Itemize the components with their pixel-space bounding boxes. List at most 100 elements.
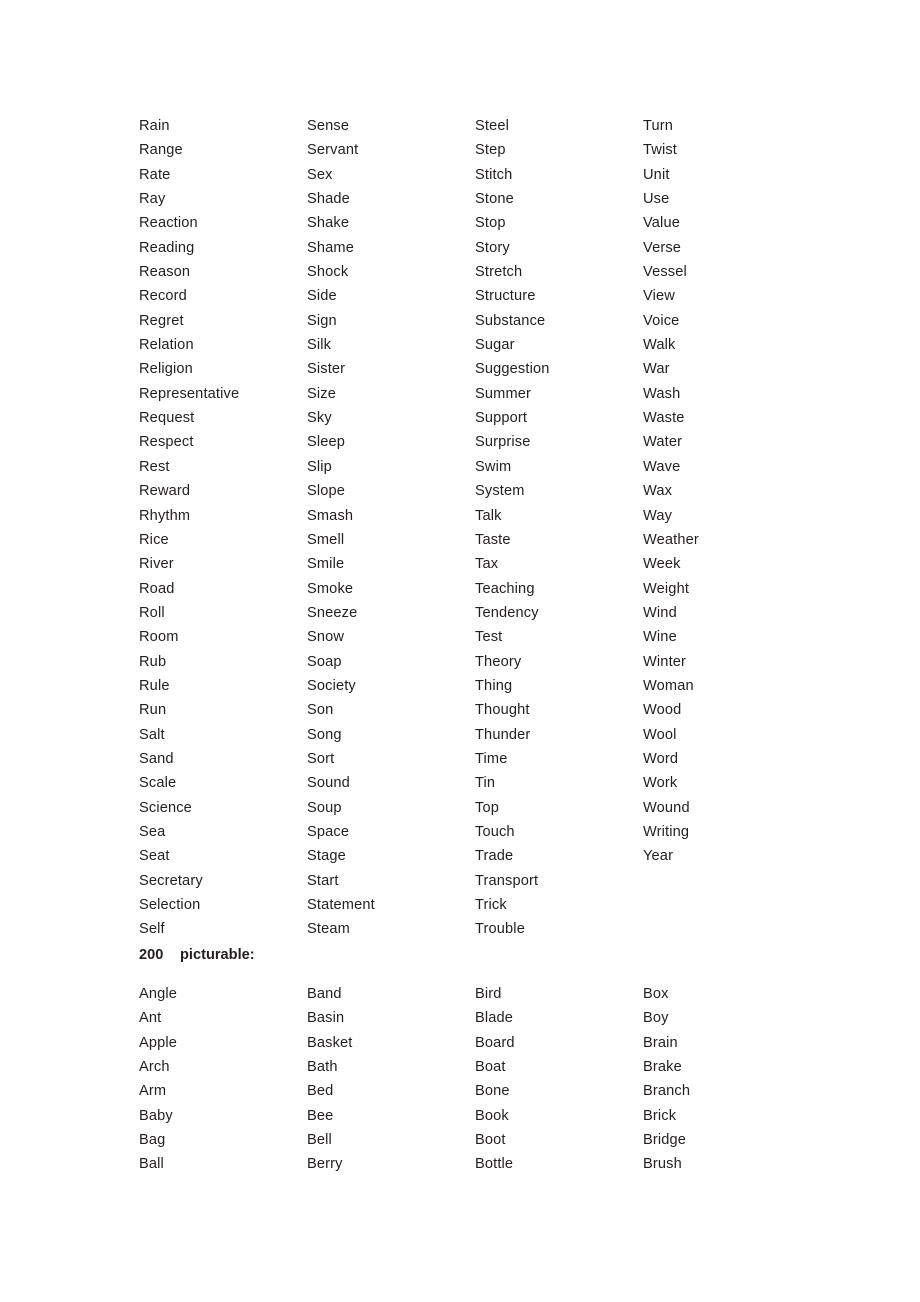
word-item: Thought	[475, 702, 530, 719]
word-item: Winter	[643, 653, 687, 670]
word-column-4: Turn Twist Unit Use Value Verse Vessel View Voic…	[643, 114, 811, 869]
word-list-section-general: Rain Range Rate Ray Reaction Reading Reason Rec…	[139, 114, 839, 942]
word-item: Box	[643, 986, 669, 1002]
word-item: Brick	[643, 1107, 677, 1124]
word-item: Ball	[139, 1156, 164, 1173]
word-item: Substance	[475, 312, 546, 329]
word-item: Surprise	[475, 434, 531, 451]
word-item: Slip	[307, 458, 332, 475]
word-item: Salt	[139, 726, 165, 743]
word-item: Rain	[139, 118, 170, 134]
word-item: Tin	[475, 775, 496, 792]
word-item: Road	[139, 580, 175, 597]
word-item: Blade	[475, 1010, 514, 1027]
word-item: Bottle	[475, 1156, 514, 1173]
word-item: System	[475, 483, 525, 500]
word-item: Rub	[139, 653, 167, 670]
word-item: Servant	[307, 142, 359, 159]
word-item: Summer	[475, 385, 532, 402]
word-item: Bed	[307, 1083, 334, 1100]
word-item: Record	[139, 288, 187, 305]
word-item: Stop	[475, 215, 506, 232]
word-item: Relation	[139, 337, 194, 354]
word-item: Snow	[307, 629, 345, 646]
word-item: Woman	[643, 677, 694, 694]
picturable-word-column-4: Box Boy Brain Brake Branch Brick Bridge Brush	[643, 982, 811, 1177]
word-item: Structure	[475, 288, 536, 305]
word-item: Sugar	[475, 337, 515, 354]
word-item: Secretary	[139, 872, 203, 889]
word-item: Smoke	[307, 580, 354, 597]
word-item: Shade	[307, 191, 350, 208]
word-item: Bag	[139, 1132, 166, 1149]
word-item: Basin	[307, 1010, 345, 1027]
word-item: Stitch	[475, 166, 513, 183]
word-item: Ray	[139, 191, 166, 208]
word-item: Religion	[139, 361, 193, 378]
word-item: Writing	[643, 823, 690, 840]
word-item: Rice	[139, 531, 169, 548]
word-item: Reaction	[139, 215, 198, 232]
word-item: Rule	[139, 677, 170, 694]
word-item: Sea	[139, 823, 166, 840]
word-item: Apple	[139, 1034, 178, 1051]
word-item: Bee	[307, 1107, 334, 1124]
section-heading-count: 200	[139, 947, 164, 963]
word-item: Wind	[643, 604, 677, 621]
word-item: Start	[307, 872, 339, 889]
word-item: Rate	[139, 166, 171, 183]
word-item: Steel	[475, 118, 509, 134]
word-item: Board	[475, 1034, 515, 1051]
word-item: Steam	[307, 921, 350, 938]
word-item: Sky	[307, 410, 332, 427]
word-item: Science	[139, 799, 192, 816]
section-heading-picturable: 200 picturable:	[139, 943, 255, 967]
word-item: Berry	[307, 1156, 343, 1173]
word-item: Word	[643, 750, 679, 767]
word-item: Stone	[475, 191, 514, 208]
word-item: Book	[475, 1107, 509, 1124]
word-item: Wax	[643, 483, 673, 500]
word-item: Suggestion	[475, 361, 550, 378]
word-item: Water	[643, 434, 683, 451]
word-item: Transport	[475, 872, 539, 889]
section-heading-label: picturable:	[180, 947, 255, 963]
word-item: Smash	[307, 507, 354, 524]
word-item: Branch	[643, 1083, 691, 1100]
word-item: Sense	[307, 118, 350, 134]
word-item: Rhythm	[139, 507, 191, 524]
word-item: Wash	[643, 385, 681, 402]
word-item: Bone	[475, 1083, 510, 1100]
word-item: Week	[643, 556, 681, 573]
word-item: Sneeze	[307, 604, 358, 621]
word-item: Shock	[307, 264, 349, 281]
word-item: Tendency	[475, 604, 539, 621]
word-item: Value	[643, 215, 680, 232]
word-item: Sort	[307, 750, 335, 767]
word-item: Request	[139, 410, 195, 427]
word-item: Scale	[139, 775, 177, 792]
word-item: Year	[643, 848, 674, 865]
word-item: Thing	[475, 677, 513, 694]
word-item: Self	[139, 921, 165, 938]
word-item: Regret	[139, 312, 184, 329]
word-item: Walk	[643, 337, 676, 354]
word-item: Stretch	[475, 264, 523, 281]
word-item: Arm	[139, 1083, 167, 1100]
word-item: Bell	[307, 1132, 332, 1149]
word-item: Seat	[139, 848, 170, 865]
word-item: Wound	[643, 799, 690, 816]
word-item: Time	[475, 750, 508, 767]
word-item: Boot	[475, 1132, 506, 1149]
document-page: Rain Range Rate Ray Reaction Reading Reason Rec…	[0, 0, 920, 1302]
word-item: Angle	[139, 986, 178, 1002]
word-item: Brake	[643, 1059, 682, 1076]
word-item: Sister	[307, 361, 346, 378]
word-list-section-picturable: Angle Ant Apple Arch Arm Baby Bag Ball Band Basi…	[139, 982, 839, 1177]
word-item: Run	[139, 702, 167, 719]
word-item: Work	[643, 775, 678, 792]
word-item: Wool	[643, 726, 677, 743]
word-item: Sand	[139, 750, 174, 767]
word-item: Range	[139, 142, 183, 159]
word-column-grid: Rain Range Rate Ray Reaction Reading Reason Rec…	[139, 114, 839, 942]
